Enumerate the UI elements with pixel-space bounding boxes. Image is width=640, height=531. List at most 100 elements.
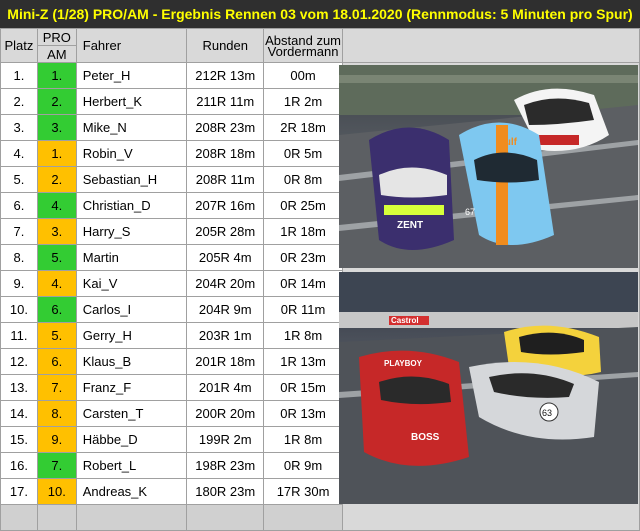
- abstand-cell: 0R 15m: [263, 374, 344, 401]
- runden-cell: 201R 18m: [186, 348, 265, 375]
- platz-cell: 7.: [0, 218, 38, 245]
- abstand-cell: 0R 5m: [263, 140, 344, 167]
- platz-cell: 6.: [0, 192, 38, 219]
- runden-cell: 199R 2m: [186, 426, 265, 453]
- footer-cell: [263, 504, 344, 531]
- runden-cell: 211R 11m: [186, 88, 265, 115]
- mercedes-car-number-text: 63: [542, 408, 552, 418]
- class-rank-cell: 6.: [36, 348, 77, 375]
- abstand-cell: 0R 23m: [263, 244, 344, 271]
- fahrer-cell: Sebastian_H: [75, 166, 188, 193]
- class-rank-cell: 4.: [36, 192, 77, 219]
- gulf-car-number-text: 67: [465, 207, 475, 217]
- class-rank-cell: 4.: [36, 270, 77, 297]
- platz-cell: 15.: [0, 426, 38, 453]
- fahrer-cell: Robert_L: [75, 452, 188, 479]
- footer-cell: [186, 504, 265, 531]
- platz-cell: 12.: [0, 348, 38, 375]
- fahrer-cell: Peter_H: [75, 62, 188, 89]
- class-rank-cell: 5.: [36, 244, 77, 271]
- abstand-cell: 0R 13m: [263, 400, 344, 427]
- class-rank-cell: 3.: [36, 218, 77, 245]
- abstand-cell: 00m: [263, 62, 344, 89]
- fahrer-cell: Christian_D: [75, 192, 188, 219]
- runden-cell: 212R 13m: [186, 62, 265, 89]
- fahrer-cell: Carsten_T: [75, 400, 188, 427]
- abstand-cell: 1R 13m: [263, 348, 344, 375]
- header-am: AM: [36, 45, 77, 63]
- runden-cell: 203R 1m: [186, 322, 265, 349]
- class-rank-cell: 7.: [36, 374, 77, 401]
- fahrer-cell: Häbbe_D: [75, 426, 188, 453]
- fahrer-cell: Martin: [75, 244, 188, 271]
- header-row: Platz PRO Fahrer Runden Abstand zum Vord…: [0, 28, 640, 63]
- boss-logo-text: BOSS: [411, 432, 440, 443]
- platz-cell: 11.: [0, 322, 38, 349]
- platz-cell: 1.: [0, 62, 38, 89]
- platz-cell: 5.: [0, 166, 38, 193]
- car-red-toyota: PLAYBOY BOSS: [359, 350, 469, 466]
- abstand-cell: 17R 30m: [263, 478, 344, 505]
- abstand-cell: 0R 14m: [263, 270, 344, 297]
- platz-cell: 9.: [0, 270, 38, 297]
- abstand-cell: 1R 18m: [263, 218, 344, 245]
- race-cars-photo-2: Castrol 63 PLAYBOY BOSS: [339, 272, 638, 504]
- class-rank-cell: 8.: [36, 400, 77, 427]
- results-page: Mini-Z (1/28) PRO/AM - Ergebnis Rennen 0…: [0, 0, 640, 531]
- runden-cell: 208R 23m: [186, 114, 265, 141]
- race-cars-image-1: Gulf 67 ZENT: [339, 65, 638, 268]
- fahrer-cell: Carlos_I: [75, 296, 188, 323]
- playboy-logo-text: PLAYBOY: [384, 359, 423, 368]
- castrol-banner-text: Castrol: [391, 316, 419, 325]
- header-fahrer: Fahrer: [75, 28, 188, 63]
- abstand-cell: 0R 25m: [263, 192, 344, 219]
- runden-cell: 207R 16m: [186, 192, 265, 219]
- class-rank-cell: 3.: [36, 114, 77, 141]
- fahrer-cell: Mike_N: [75, 114, 188, 141]
- platz-cell: 16.: [0, 452, 38, 479]
- runden-cell: 200R 20m: [186, 400, 265, 427]
- class-rank-cell: 2.: [36, 88, 77, 115]
- platz-cell: 8.: [0, 244, 38, 271]
- fahrer-cell: Robin_V: [75, 140, 188, 167]
- header-platz: Platz: [0, 28, 38, 63]
- page-title: Mini-Z (1/28) PRO/AM - Ergebnis Rennen 0…: [0, 0, 640, 28]
- runden-cell: 204R 20m: [186, 270, 265, 297]
- fahrer-cell: Gerry_H: [75, 322, 188, 349]
- abstand-cell: 1R 8m: [263, 426, 344, 453]
- platz-cell: 13.: [0, 374, 38, 401]
- platz-cell: 10.: [0, 296, 38, 323]
- runden-cell: 201R 4m: [186, 374, 265, 401]
- class-rank-cell: 1.: [36, 62, 77, 89]
- fahrer-cell: Franz_F: [75, 374, 188, 401]
- fahrer-cell: Klaus_B: [75, 348, 188, 375]
- runden-cell: 205R 4m: [186, 244, 265, 271]
- header-runden: Runden: [186, 28, 265, 63]
- runden-cell: 204R 9m: [186, 296, 265, 323]
- abstand-cell: 0R 8m: [263, 166, 344, 193]
- car-purple-porsche: ZENT: [369, 127, 454, 250]
- abstand-cell: 1R 2m: [263, 88, 344, 115]
- fahrer-cell: Andreas_K: [75, 478, 188, 505]
- platz-cell: 3.: [0, 114, 38, 141]
- platz-cell: 2.: [0, 88, 38, 115]
- runden-cell: 180R 23m: [186, 478, 265, 505]
- class-rank-cell: 1.: [36, 140, 77, 167]
- abstand-cell: 0R 9m: [263, 452, 344, 479]
- abstand-cell: 0R 11m: [263, 296, 344, 323]
- footer-cell: [0, 504, 38, 531]
- platz-cell: 14.: [0, 400, 38, 427]
- platz-cell: 4.: [0, 140, 38, 167]
- abstand-cell: 2R 18m: [263, 114, 344, 141]
- class-rank-cell: 2.: [36, 166, 77, 193]
- fahrer-cell: Kai_V: [75, 270, 188, 297]
- zent-logo-text: ZENT: [397, 220, 423, 231]
- gulf-logo-text: Gulf: [497, 137, 518, 148]
- header-empty: [342, 28, 640, 63]
- platz-cell: 17.: [0, 478, 38, 505]
- fahrer-cell: Harry_S: [75, 218, 188, 245]
- runden-cell: 208R 11m: [186, 166, 265, 193]
- runden-cell: 205R 28m: [186, 218, 265, 245]
- runden-cell: 198R 23m: [186, 452, 265, 479]
- race-cars-image-2: Castrol 63 PLAYBOY BOSS: [339, 272, 638, 504]
